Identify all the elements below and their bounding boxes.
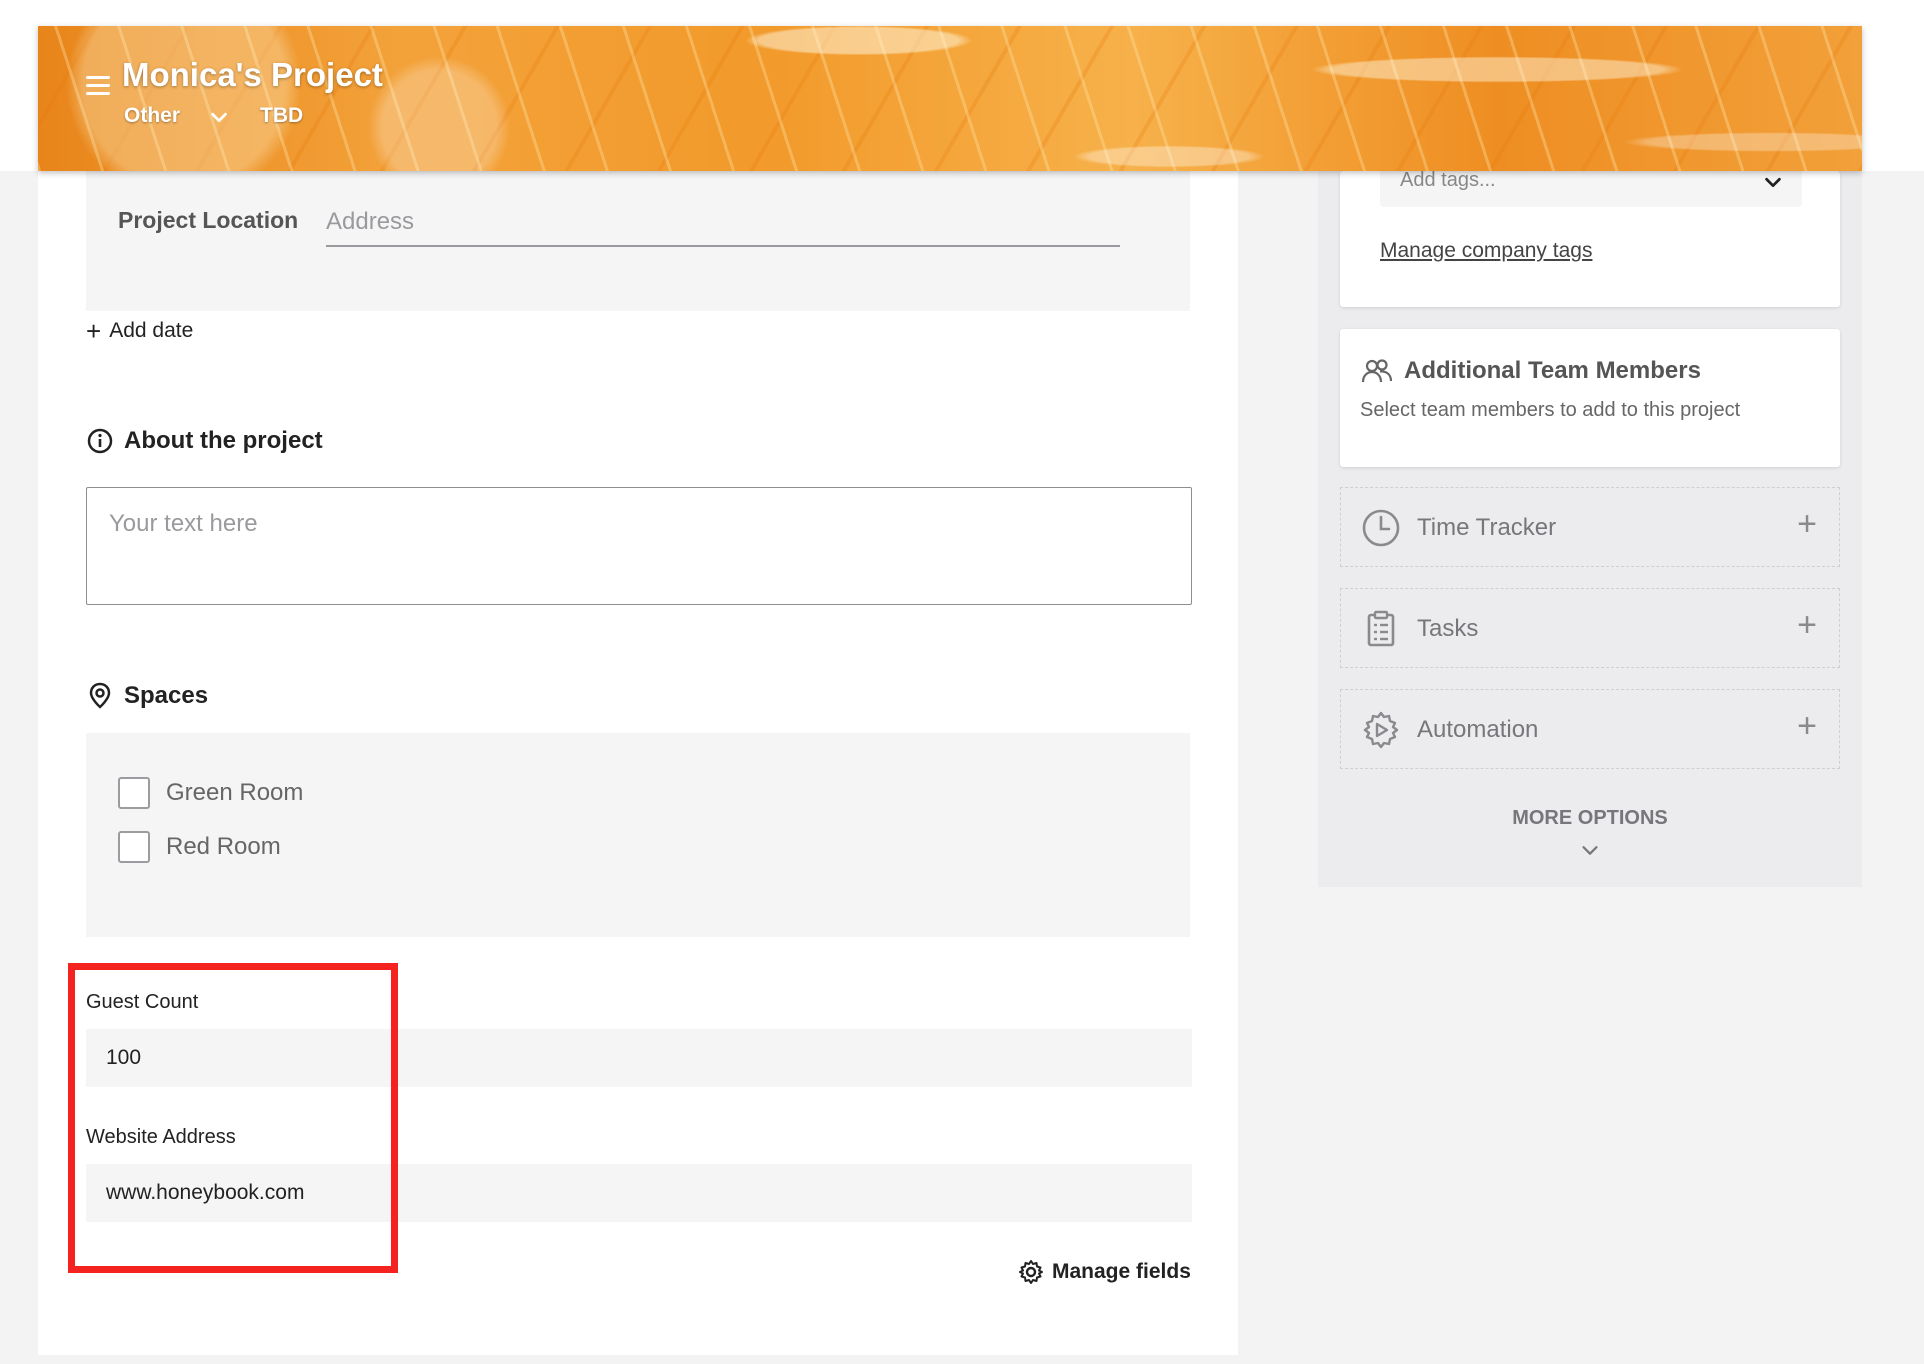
team-members-title-text: Additional Team Members [1404,357,1701,384]
tags-select[interactable]: Add tags... [1380,165,1802,207]
tags-card: Add tags... Manage company tags [1340,165,1840,307]
clock-icon [1362,509,1400,547]
time-tracker-label: Time Tracker [1417,514,1557,541]
about-project-textarea[interactable] [86,487,1192,605]
automation-gear-icon [1363,711,1399,749]
highlight-annotation-box [68,963,398,1273]
space-label: Green Room [166,779,304,806]
space-item-green-room[interactable]: Green Room [118,777,303,809]
users-icon [1361,359,1393,383]
plus-icon: + [86,316,102,346]
time-tracker-row[interactable]: Time Tracker + [1340,487,1840,567]
tasks-label: Tasks [1417,615,1479,642]
manage-company-tags-link[interactable]: Manage company tags [1380,239,1592,263]
chevron-down-icon [1765,177,1781,188]
spaces-list: Green Room Red Room [86,733,1190,937]
green-room-checkbox[interactable] [118,777,150,809]
hamburger-menu-icon[interactable] [86,76,110,98]
right-sidebar: Add tags... Manage company tags Addition… [1318,165,1862,887]
project-title[interactable]: Monica's Project [122,56,383,94]
chevron-down-icon[interactable] [1579,839,1601,861]
gear-icon [1019,1260,1043,1284]
plus-icon[interactable]: + [1797,504,1817,544]
project-date[interactable]: TBD [260,104,303,128]
info-icon [87,428,113,454]
project-location-input[interactable] [326,199,1120,247]
automation-label: Automation [1417,716,1539,743]
plus-icon[interactable]: + [1797,706,1817,746]
location-section: Project Location [86,171,1190,311]
about-heading-text: About the project [124,427,323,454]
location-pin-icon [89,682,111,709]
project-header-banner: Monica's Project Other TBD [38,26,1862,171]
manage-fields-label: Manage fields [1052,1260,1191,1283]
automation-row[interactable]: Automation + [1340,689,1840,769]
clipboard-icon [1367,610,1395,647]
add-date-label: Add date [109,319,194,342]
project-location-label: Project Location [118,207,299,233]
team-members-subtitle: Select team members to add to this proje… [1360,399,1741,421]
top-strip [0,0,1924,26]
space-item-red-room[interactable]: Red Room [118,831,281,863]
left-gutter [0,26,38,171]
right-gutter [1862,26,1924,171]
add-date-button[interactable]: + Add date [86,316,194,346]
team-members-title: Additional Team Members [1360,357,1701,385]
additional-team-members-card[interactable]: Additional Team Members Select team memb… [1340,329,1840,467]
space-label: Red Room [166,833,281,860]
tags-placeholder: Add tags... [1400,169,1496,191]
red-room-checkbox[interactable] [118,831,150,863]
spaces-heading-text: Spaces [124,682,209,709]
manage-fields-button[interactable]: Manage fields [1018,1259,1191,1285]
about-heading: About the project [86,427,323,455]
tasks-row[interactable]: Tasks + [1340,588,1840,668]
more-options-button[interactable]: MORE OPTIONS [1318,807,1862,830]
chevron-down-icon[interactable] [208,106,230,128]
spaces-heading: Spaces [86,681,208,711]
plus-icon[interactable]: + [1797,605,1817,645]
project-type-dropdown[interactable]: Other [124,104,180,128]
